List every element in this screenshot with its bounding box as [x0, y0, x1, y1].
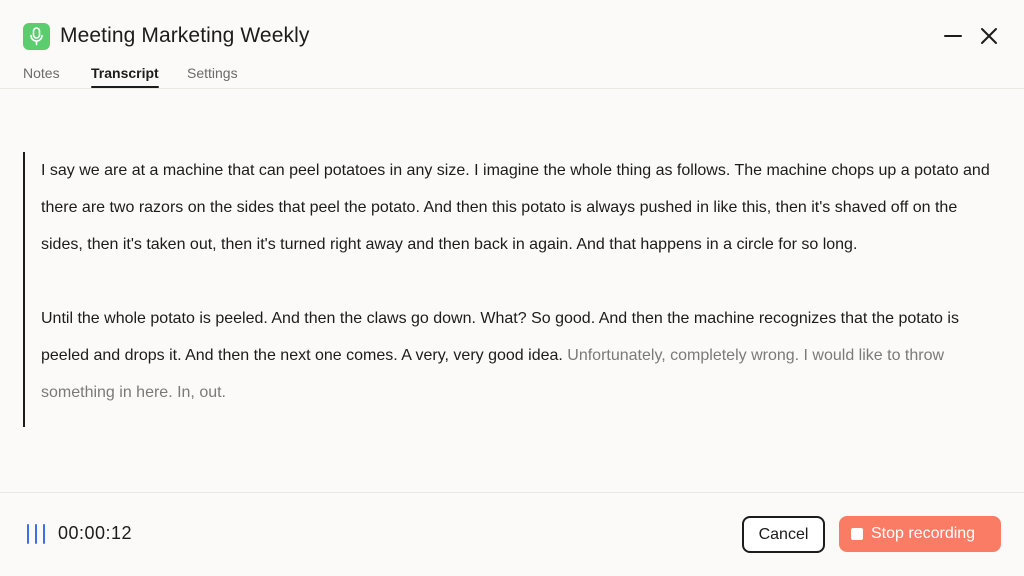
window-title: Meeting Marketing Weekly: [60, 24, 310, 47]
cancel-button[interactable]: Cancel: [742, 516, 825, 553]
transcript-text: I say we are at a machine that can peel …: [41, 162, 990, 253]
tab-notes[interactable]: Notes: [23, 65, 60, 88]
tab-settings[interactable]: Settings: [187, 65, 238, 88]
transcript-paragraph: I say we are at a machine that can peel …: [25, 152, 1000, 263]
minimize-icon[interactable]: [943, 26, 963, 46]
waveform-icon: [26, 524, 48, 544]
recording-timer: 00:00:12: [58, 523, 133, 543]
header: Meeting Marketing Weekly Notes Transcrip…: [0, 0, 1024, 89]
stop-icon: [851, 528, 863, 540]
tab-transcript[interactable]: Transcript: [91, 65, 159, 88]
transcript-panel: I say we are at a machine that can peel …: [23, 152, 1000, 427]
stop-recording-button[interactable]: Stop recording: [839, 516, 1001, 552]
close-icon[interactable]: [979, 26, 999, 46]
stop-recording-label: Stop recording: [871, 525, 976, 542]
microphone-icon: [23, 23, 50, 50]
transcript-paragraph: Until the whole potato is peeled. And th…: [25, 300, 1000, 411]
